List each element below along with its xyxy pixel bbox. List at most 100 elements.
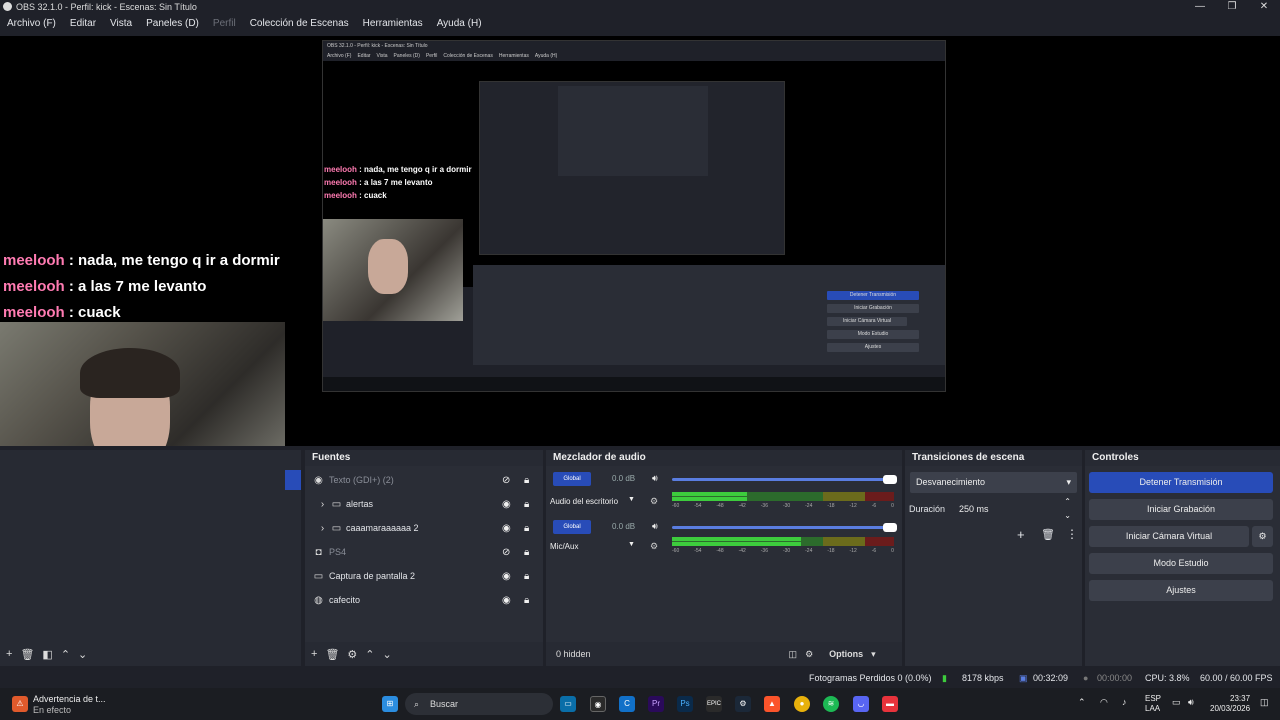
global-badge[interactable]: Global [553, 520, 591, 534]
speaker-icon[interactable]: 🔊︎ [652, 473, 658, 484]
virtual-camera-settings-icon[interactable]: ⚙ [1252, 526, 1273, 547]
remove-transition-icon[interactable]: 🗑 [1041, 528, 1055, 541]
eye-icon[interactable]: ◉ [502, 595, 511, 606]
studio-mode-button[interactable]: Modo Estudio [1089, 553, 1273, 574]
speaker-icon[interactable]: 🔊︎ [652, 521, 658, 532]
menu-profile[interactable]: Perfil [206, 14, 243, 36]
lock-icon[interactable]: 🔒︎ [524, 499, 529, 510]
filter-icon[interactable]: ◧ [42, 648, 52, 661]
move-up-icon[interactable]: ⌃ [365, 648, 374, 661]
lock-icon[interactable]: 🔒︎ [524, 595, 529, 606]
meter-fill [672, 492, 748, 496]
more-options-icon[interactable]: ⋮ [1066, 527, 1078, 541]
preview-canvas[interactable]: meelooh : nada, me tengo q ir a dormir m… [0, 36, 1280, 446]
app-icon[interactable]: ▬ [882, 696, 898, 712]
eye-icon[interactable]: ◉ [502, 523, 511, 534]
clock[interactable]: 23:37 20/03/2026 [1210, 694, 1250, 714]
network-icon[interactable]: ▭ [1172, 697, 1181, 708]
add-source-icon[interactable]: + [311, 648, 317, 660]
discord-icon[interactable]: ◡ [853, 696, 869, 712]
source-item[interactable]: ◍ cafecito ◉ 🔒︎ [305, 588, 545, 612]
eye-hidden-icon[interactable]: ⊘ [502, 547, 510, 558]
headset-icon[interactable]: ◠ [1100, 697, 1108, 708]
camera-icon: ◘ [315, 546, 322, 558]
desktop-icon[interactable]: ▭ [560, 696, 576, 712]
global-badge[interactable]: Global [553, 472, 591, 486]
volume-knob[interactable] [883, 475, 897, 484]
lock-icon[interactable]: 🔒︎ [524, 523, 529, 534]
volume-slider[interactable] [672, 523, 897, 532]
maximize-button[interactable]: ❐ [1216, 0, 1248, 14]
epic-games-icon[interactable]: EPIC [706, 696, 722, 712]
lock-icon[interactable]: 🔒︎ [524, 475, 529, 486]
microphone-icon[interactable]: ♪ [1122, 697, 1127, 707]
windows-start-icon[interactable]: ⊞ [382, 696, 398, 712]
menu-help[interactable]: Ayuda (H) [430, 14, 489, 36]
settings-button[interactable]: Ajustes [1089, 580, 1273, 601]
remove-scene-icon[interactable]: 🗑 [20, 648, 34, 661]
add-transition-icon[interactable]: + [1017, 527, 1025, 542]
photoshop-icon[interactable]: Ps [677, 696, 693, 712]
layout-icon[interactable]: ◫ [789, 649, 798, 660]
spinner-icon[interactable]: ⌃ ⌄ [1064, 495, 1071, 523]
minimize-button[interactable]: — [1184, 0, 1216, 14]
start-virtual-camera-button[interactable]: Iniciar Cámara Virtual [1089, 526, 1249, 547]
menu-tools[interactable]: Herramientas [356, 14, 430, 36]
chevron-down-icon[interactable]: ▾ [871, 649, 876, 660]
menu-edit[interactable]: Editar [63, 14, 103, 36]
obs-logo-icon [3, 2, 12, 11]
notification-title[interactable]: Advertencia de t... [33, 694, 106, 704]
volume-icon[interactable]: 🔊︎ [1188, 697, 1194, 708]
close-button[interactable]: ✕ [1248, 0, 1280, 14]
menu-view[interactable]: Vista [103, 14, 139, 36]
cpu-usage: CPU: 3.8% [1145, 673, 1190, 683]
obs-app-icon[interactable]: ◉ [590, 696, 606, 712]
steam-icon[interactable]: ⚙ [735, 696, 751, 712]
premiere-icon[interactable]: Pr [648, 696, 664, 712]
volume-slider[interactable] [672, 475, 897, 484]
taskbar-search[interactable]: ⌕ Buscar [405, 693, 553, 715]
notifications-icon[interactable]: ◫ [1260, 697, 1269, 708]
menu-file[interactable]: Archivo (F) [0, 14, 63, 36]
lock-icon[interactable]: 🔒︎ [524, 547, 529, 558]
source-properties-icon[interactable]: ⚙ [347, 648, 357, 661]
eye-icon[interactable]: ◉ [502, 499, 511, 510]
mixer-title: Mezclador de audio [553, 452, 646, 463]
expand-icon[interactable]: › [317, 499, 328, 510]
move-up-icon[interactable]: ⌃ [61, 648, 70, 661]
stop-streaming-button[interactable]: Detener Transmisión [1089, 472, 1273, 493]
lock-icon[interactable]: 🔒︎ [524, 571, 529, 582]
volume-knob[interactable] [883, 523, 897, 532]
selected-scene[interactable] [285, 470, 301, 490]
transition-select[interactable]: Desvanecimiento ▾ [910, 472, 1077, 493]
channel-settings-icon[interactable]: ⚙ [650, 541, 658, 552]
chevron-up-icon[interactable]: ⌃ [1078, 697, 1086, 708]
chevron-down-icon[interactable]: ▼ [628, 496, 635, 503]
brave-icon[interactable]: ▲ [764, 696, 780, 712]
chevron-down-icon[interactable]: ▼ [628, 541, 635, 548]
source-item[interactable]: › ▭ alertas ◉ 🔒︎ [305, 492, 545, 516]
options-button[interactable]: Options [829, 649, 863, 659]
source-item[interactable]: ▭ Captura de pantalla 2 ◉ 🔒︎ [305, 564, 545, 588]
eye-hidden-icon[interactable]: ⊘ [502, 475, 510, 486]
remove-source-icon[interactable]: 🗑 [325, 648, 339, 661]
eye-icon[interactable]: ◉ [502, 571, 511, 582]
expand-icon[interactable]: › [317, 523, 328, 534]
c-app-icon[interactable]: C [619, 696, 635, 712]
add-scene-icon[interactable]: + [6, 648, 12, 660]
move-down-icon[interactable]: ⌄ [383, 648, 392, 661]
source-item[interactable]: › ▭ caaamaraaaaaa 2 ◉ 🔒︎ [305, 516, 545, 540]
advanced-audio-icon[interactable]: ⚙ [805, 649, 813, 660]
menu-scene-collection[interactable]: Colección de Escenas [243, 14, 356, 36]
source-item[interactable]: ◘ PS4 ⊘ 🔒︎ [305, 540, 545, 564]
move-down-icon[interactable]: ⌄ [78, 648, 87, 661]
menu-docks[interactable]: Paneles (D) [139, 14, 206, 36]
start-recording-button[interactable]: Iniciar Grabación [1089, 499, 1273, 520]
language-indicator[interactable]: ESP LAA [1145, 694, 1161, 714]
meter-ticks: -60 -54 -48 -42 -36 -30 -24 -18 -12 -6 0 [672, 548, 894, 554]
spotify-icon[interactable]: ≋ [823, 696, 839, 712]
duration-input[interactable]: 250 ms ⌃ ⌄ [953, 497, 1077, 520]
source-item[interactable]: ◉ Texto (GDI+) (2) ⊘ 🔒︎ [305, 468, 545, 492]
chrome-icon[interactable]: ● [794, 696, 810, 712]
channel-settings-icon[interactable]: ⚙ [650, 496, 658, 507]
